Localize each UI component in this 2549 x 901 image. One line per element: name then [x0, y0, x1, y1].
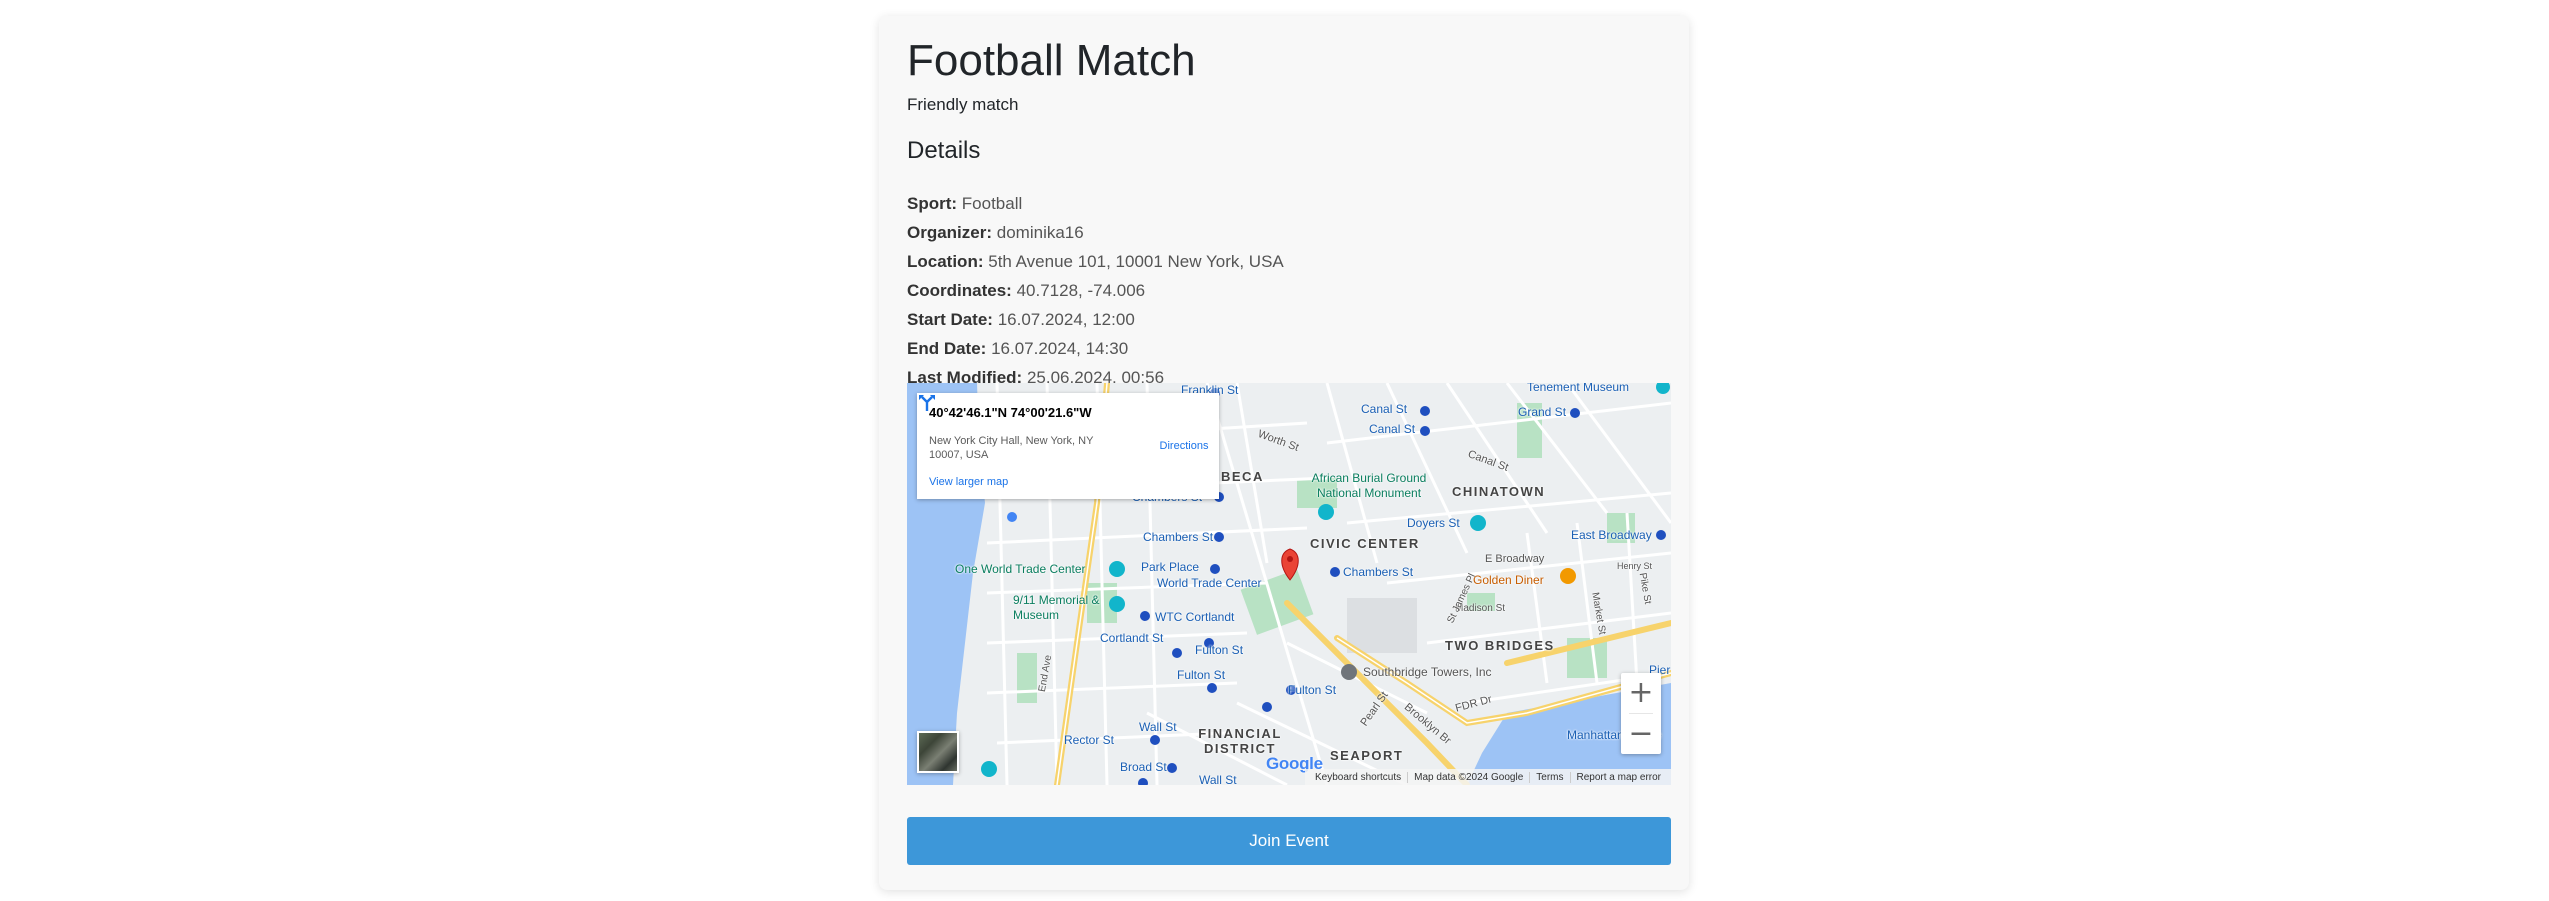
map-label: Rector St [1064, 733, 1115, 747]
map-label: Canal St [1361, 402, 1408, 416]
map-info-card: 40°42'46.1"N 74°00'21.6"W New York City … [917, 393, 1219, 499]
event-card: Football Match Friendly match Details Sp… [879, 16, 1689, 890]
map-label: Canal St [1369, 422, 1416, 436]
detail-value: 40.7128, -74.006 [1016, 281, 1146, 300]
map-area-label: SEAPORT [1330, 748, 1404, 763]
map-label: East Broadway [1571, 528, 1652, 542]
map-label: Grand St [1518, 405, 1567, 419]
map-label: E Broadway [1485, 553, 1545, 565]
detail-label: Organizer: [907, 223, 993, 242]
terms-link[interactable]: Terms [1529, 771, 1569, 783]
info-coordinates: 40°42'46.1"N 74°00'21.6"W [929, 405, 1092, 420]
detail-value: 16.07.2024, 14:30 [991, 339, 1129, 358]
map-area-label: FINANCIAL DISTRICT [1198, 726, 1282, 756]
detail-end-date: End Date: 16.07.2024, 14:30 [907, 339, 1128, 359]
map-area-label: BECA [1221, 469, 1264, 484]
event-title: Football Match [907, 36, 1196, 85]
map-poi-label: Golden Diner [1473, 573, 1544, 587]
map-label: Tenement Museum [1527, 383, 1630, 394]
map-label: Doyers St [1407, 516, 1460, 530]
map-label: Park Place [1141, 560, 1200, 574]
map-data-text: Map data ©2024 Google [1407, 771, 1529, 783]
event-map[interactable]: Franklin St Canal St Canal St Grand St T… [907, 383, 1671, 785]
event-description: Friendly match [907, 95, 1019, 114]
directions-icon[interactable] [917, 393, 937, 413]
detail-value: 16.07.2024, 12:00 [997, 310, 1135, 329]
directions-link[interactable]: Directions [1147, 440, 1221, 452]
map-label: Chambers St [1143, 530, 1214, 544]
detail-value: Football [961, 194, 1023, 213]
detail-value: dominika16 [996, 223, 1084, 242]
detail-sport: Sport: Football [907, 194, 1022, 214]
detail-coordinates: Coordinates: 40.7128, -74.006 [907, 281, 1145, 301]
map-poi-label: Southbridge Towers, Inc [1363, 665, 1492, 679]
map-label: World Trade Center [1157, 576, 1262, 590]
map-label: Cortlandt St [1100, 631, 1164, 645]
zoom-controls: + − [1621, 673, 1661, 754]
details-heading: Details [907, 137, 981, 164]
map-label: Fulton St [1288, 683, 1337, 697]
map-label: WTC Cortlandt [1155, 610, 1235, 624]
detail-start-date: Start Date: 16.07.2024, 12:00 [907, 310, 1135, 330]
report-error-link[interactable]: Report a map error [1569, 771, 1667, 783]
keyboard-shortcuts-link[interactable]: Keyboard shortcuts [1309, 772, 1407, 783]
map-area-label: TWO BRIDGES [1445, 638, 1555, 653]
map-label: Fulton St [1195, 643, 1244, 657]
detail-location: Location: 5th Avenue 101, 10001 New York… [907, 252, 1284, 272]
detail-label: Sport: [907, 194, 958, 213]
map-label: Broad St [1120, 760, 1167, 774]
zoom-in-button[interactable]: + [1621, 673, 1661, 713]
info-address: New York City Hall, New York, NY 10007, … [929, 435, 1094, 461]
detail-label: Start Date: [907, 310, 993, 329]
map-label: Fulton St [1177, 668, 1226, 682]
map-area-label: CHINATOWN [1452, 484, 1546, 499]
join-event-button[interactable]: Join Event [907, 817, 1671, 865]
map-label: Wall St [1199, 773, 1237, 785]
view-larger-map-link[interactable]: View larger map [929, 476, 1008, 488]
map-label: Wall St [1139, 720, 1177, 734]
map-area-label: CIVIC CENTER [1310, 536, 1420, 551]
map-poi-label: 9/11 Memorial & Museum [1013, 593, 1100, 622]
map-attribution: Keyboard shortcuts Map data ©2024 Google… [1304, 769, 1671, 785]
detail-organizer: Organizer: dominika16 [907, 223, 1084, 243]
map-label: Henry St [1617, 561, 1653, 571]
map-label: Chambers St [1343, 565, 1414, 579]
detail-value: 5th Avenue 101, 10001 New York, USA [988, 252, 1284, 271]
zoom-out-button[interactable]: − [1621, 714, 1661, 754]
detail-label: End Date: [907, 339, 987, 358]
detail-label: Location: [907, 252, 984, 271]
map-type-toggle[interactable] [917, 731, 959, 773]
map-poi-label: One World Trade Center [955, 562, 1086, 576]
map-poi-label: African Burial Ground National Monument [1311, 471, 1427, 500]
detail-label: Coordinates: [907, 281, 1012, 300]
